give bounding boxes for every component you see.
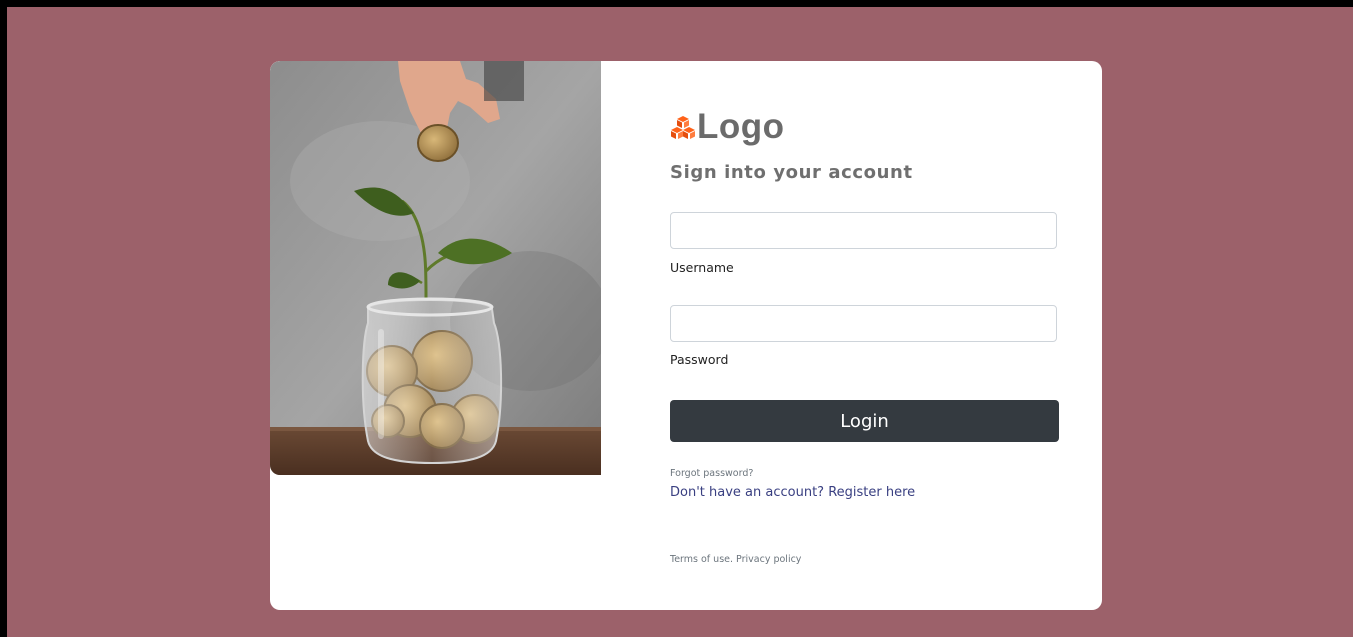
logo-text: Logo xyxy=(697,107,785,146)
login-button[interactable]: Login xyxy=(670,400,1059,442)
privacy-link[interactable]: Privacy policy xyxy=(736,554,801,565)
login-form: Logo Sign into your account Username Pas… xyxy=(670,61,1060,610)
coins-jar-plant-photo xyxy=(270,61,601,475)
page-title: Sign into your account xyxy=(670,162,913,183)
page-background: Logo Sign into your account Username Pas… xyxy=(7,7,1353,637)
brand-logo: Logo xyxy=(670,107,785,147)
password-input[interactable] xyxy=(670,305,1057,342)
username-label: Username xyxy=(670,260,734,275)
password-label: Password xyxy=(670,352,729,367)
terms-link[interactable]: Terms of use. xyxy=(670,554,733,565)
cubes-icon xyxy=(671,116,695,139)
legal-links: Terms of use. Privacy policy xyxy=(670,554,801,565)
hero-image xyxy=(270,61,601,475)
login-card: Logo Sign into your account Username Pas… xyxy=(270,61,1102,610)
forgot-password-link[interactable]: Forgot password? xyxy=(670,468,753,479)
register-link[interactable]: Don't have an account? Register here xyxy=(670,485,915,500)
username-input[interactable] xyxy=(670,212,1057,249)
